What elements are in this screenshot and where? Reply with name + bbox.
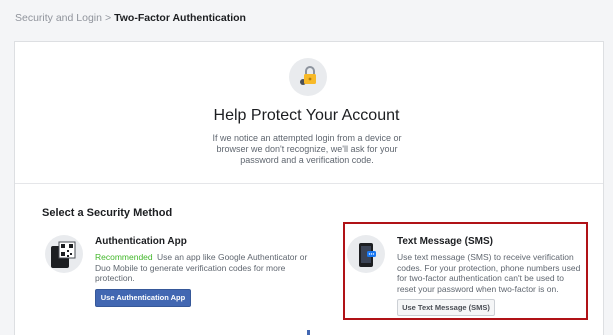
- use-authentication-app-button[interactable]: Use Authentication App: [95, 289, 191, 307]
- hero-description: If we notice an attempted login from a d…: [212, 133, 402, 165]
- sms-title: Text Message (SMS): [397, 236, 493, 247]
- breadcrumb-security-and-login-link[interactable]: Security and Login: [15, 12, 102, 24]
- lock-key-icon: [289, 58, 327, 96]
- use-text-message-button[interactable]: Use Text Message (SMS): [397, 299, 495, 316]
- auth-app-description: Recommended Use an app like Google Authe…: [95, 252, 325, 284]
- section-divider: [15, 183, 603, 184]
- sms-description: Use text message (SMS) to receive verifi…: [397, 252, 581, 294]
- qr-code-icon: [45, 235, 83, 273]
- auth-app-title: Authentication App: [95, 236, 187, 247]
- breadcrumb-current-page: Two-Factor Authentication: [114, 12, 246, 24]
- breadcrumb-separator: >: [104, 12, 112, 24]
- section-title: Select a Security Method: [42, 207, 173, 219]
- phone-sms-icon: [347, 235, 385, 273]
- mouse-cursor: [307, 330, 310, 335]
- breadcrumb: Security and Login > Two-Factor Authentica…: [15, 12, 246, 24]
- hero-title: Help Protect Your Account: [213, 107, 400, 124]
- recommended-label: Recommended: [95, 252, 153, 262]
